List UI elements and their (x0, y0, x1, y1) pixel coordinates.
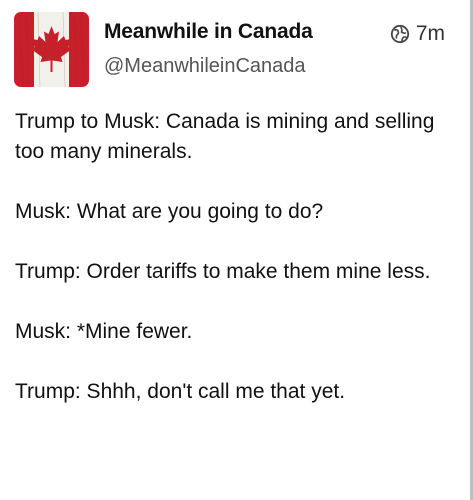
social-post: Meanwhile in Canada @MeanwhileinCanada 7… (0, 0, 473, 500)
post-meta: 7m (390, 22, 445, 46)
author-handle[interactable]: @MeanwhileinCanada (104, 55, 306, 78)
post-paragraph: Trump: Order tariffs to make them mine l… (15, 260, 431, 283)
post-paragraph: Musk: *Mine fewer. (15, 320, 193, 343)
post-paragraph: Trump: Shhh, don't call me that yet. (15, 380, 346, 403)
post-paragraph: Trump to Musk: Canada is mining and sell… (15, 110, 435, 163)
canadian-flag-avatar[interactable] (14, 12, 89, 87)
author-display-name[interactable]: Meanwhile in Canada (104, 20, 313, 44)
globe-icon (390, 24, 410, 44)
post-body: Trump to Musk: Canada is mining and sell… (15, 107, 455, 437)
post-timestamp[interactable]: 7m (416, 22, 445, 46)
post-paragraph: Musk: What are you going to do? (15, 200, 324, 223)
